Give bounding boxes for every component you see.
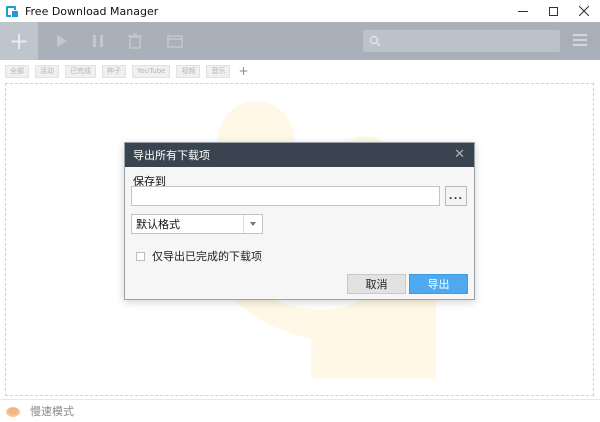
play-icon[interactable] — [52, 32, 70, 50]
tab-all[interactable]: 全部 — [5, 64, 29, 78]
hamburger-menu-icon[interactable] — [573, 34, 587, 46]
format-select[interactable]: 默认格式 — [131, 214, 263, 234]
move-icon[interactable] — [166, 32, 184, 50]
minimize-button[interactable] — [507, 0, 539, 22]
maximize-button[interactable] — [537, 0, 569, 22]
add-download-button[interactable]: + — [0, 22, 38, 60]
app-logo-icon — [6, 4, 20, 18]
tab-torrents[interactable]: 种子 — [102, 64, 126, 78]
search-input[interactable] — [385, 34, 555, 48]
window-title: Free Download Manager — [25, 4, 159, 18]
add-tag-button[interactable]: + — [238, 65, 248, 77]
toolbar: + — [0, 22, 600, 60]
format-select-value: 默认格式 — [136, 218, 180, 231]
completed-only-option[interactable]: 仅导出已完成的下载项 — [136, 248, 262, 264]
browse-button[interactable]: ... — [445, 186, 467, 206]
close-icon — [579, 6, 589, 16]
tab-music[interactable]: 音乐 — [206, 64, 231, 78]
tab-youtube[interactable]: YouTube — [132, 64, 171, 78]
tab-video[interactable]: 视频 — [176, 64, 201, 78]
close-window-button[interactable] — [568, 0, 600, 22]
tab-completed[interactable]: 已完成 — [65, 64, 96, 78]
dialog-header: 导出所有下载项 ✕ — [125, 143, 474, 167]
export-button[interactable]: 导出 — [409, 274, 468, 294]
status-bar: 慢速模式 — [0, 399, 600, 422]
cancel-button[interactable]: 取消 — [347, 274, 406, 294]
search-icon — [369, 35, 381, 47]
dialog-close-icon[interactable]: ✕ — [454, 148, 465, 161]
completed-only-checkbox[interactable] — [136, 251, 145, 261]
tab-active[interactable]: 活动 — [35, 64, 59, 78]
turtle-icon[interactable] — [4, 404, 22, 418]
maximize-icon — [548, 6, 558, 16]
remove-icon[interactable] — [126, 32, 144, 50]
minimize-icon — [518, 10, 528, 12]
search-box[interactable] — [363, 30, 560, 52]
save-path-input[interactable] — [131, 186, 440, 206]
slow-mode-label[interactable]: 慢速模式 — [30, 403, 74, 419]
pause-icon[interactable] — [89, 32, 107, 50]
chevron-down-icon[interactable] — [244, 222, 262, 226]
export-dialog: 导出所有下载项 ✕ 保存到 ... 默认格式 仅导出已完成的下载项 取消 导出 — [124, 142, 475, 300]
dialog-title: 导出所有下载项 — [133, 149, 210, 162]
completed-only-label[interactable]: 仅导出已完成的下载项 — [152, 248, 262, 264]
filter-tabs: 全部 活动 已完成 种子 YouTube 视频 音乐 + — [0, 60, 600, 82]
title-bar: Free Download Manager — [0, 0, 600, 22]
